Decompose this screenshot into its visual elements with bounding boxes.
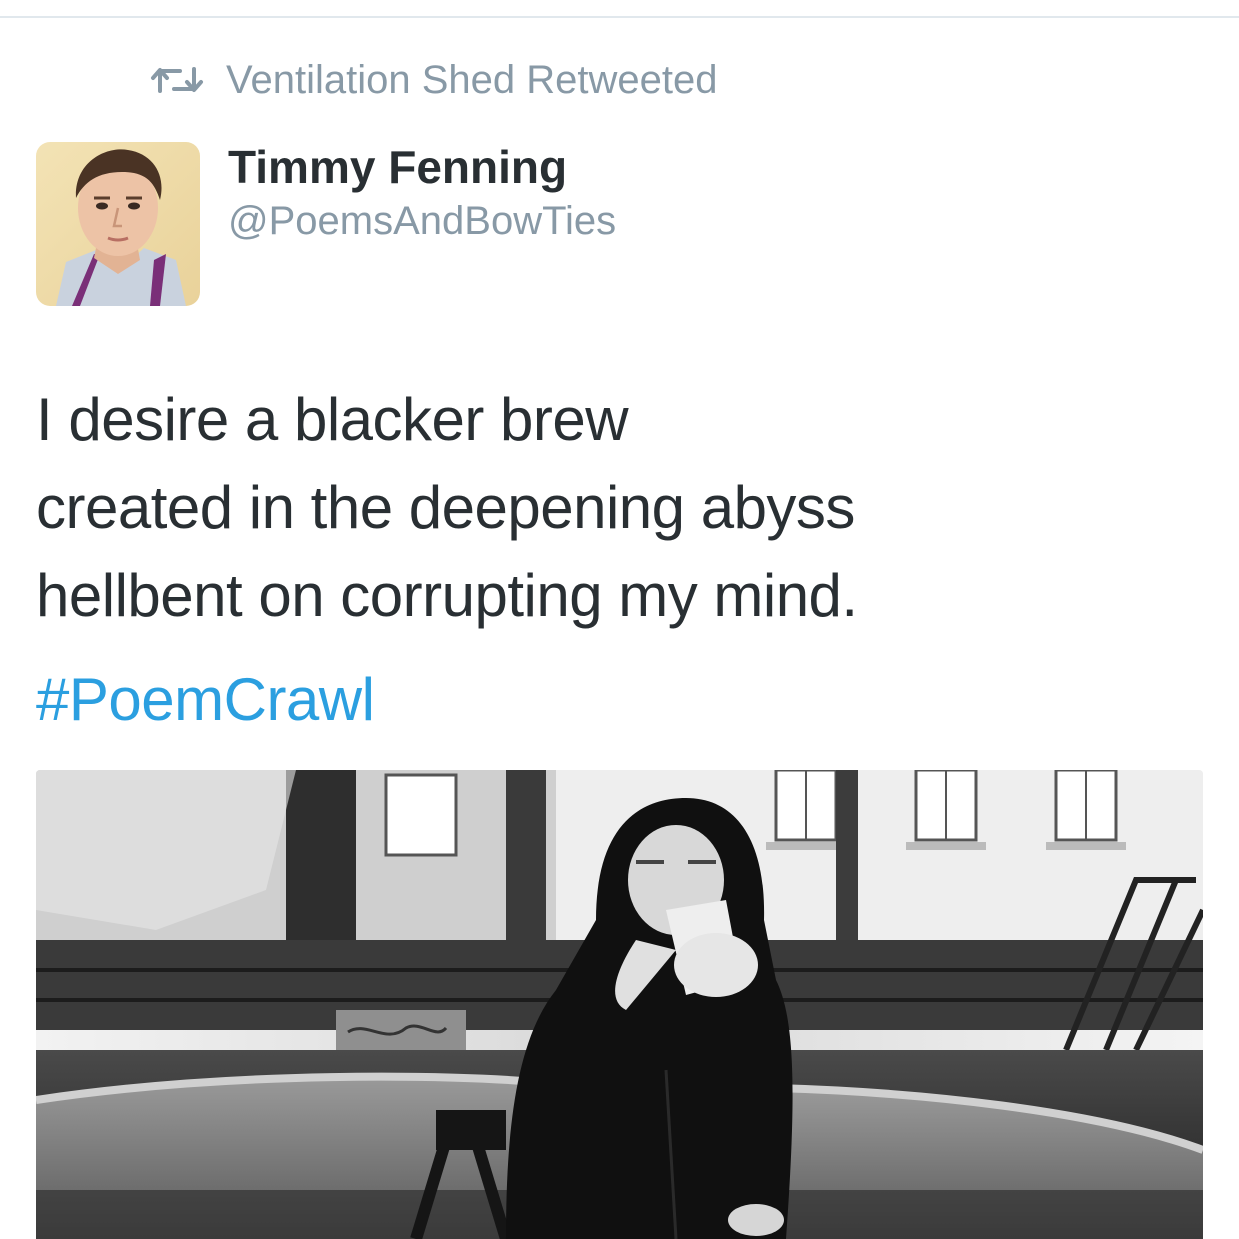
hashtag-link[interactable]: #PoemCrawl [36, 660, 375, 740]
tweet-media-photo[interactable] [36, 770, 1203, 1239]
photo-image [36, 770, 1203, 1239]
retweet-icon [150, 65, 204, 95]
tweet-line: created in the deepening abyss [36, 474, 855, 541]
profile-photo-icon [36, 142, 200, 306]
tweet-screen: Ventilation Shed Retweeted Timmy Fenning… [0, 0, 1239, 1239]
retweet-context[interactable]: Ventilation Shed Retweeted [150, 58, 717, 102]
top-divider [0, 16, 1239, 18]
tweet-line: hellbent on corrupting my mind. [36, 562, 858, 629]
author-handle[interactable]: @PoemsAndBowTies [228, 199, 616, 244]
tweet-line: I desire a blacker brew [36, 386, 629, 453]
author-display-name[interactable]: Timmy Fenning [228, 140, 567, 194]
retweet-context-label: Ventilation Shed Retweeted [226, 57, 718, 102]
avatar[interactable] [36, 142, 200, 306]
tweet-text: I desire a blacker brew created in the d… [36, 376, 1216, 640]
